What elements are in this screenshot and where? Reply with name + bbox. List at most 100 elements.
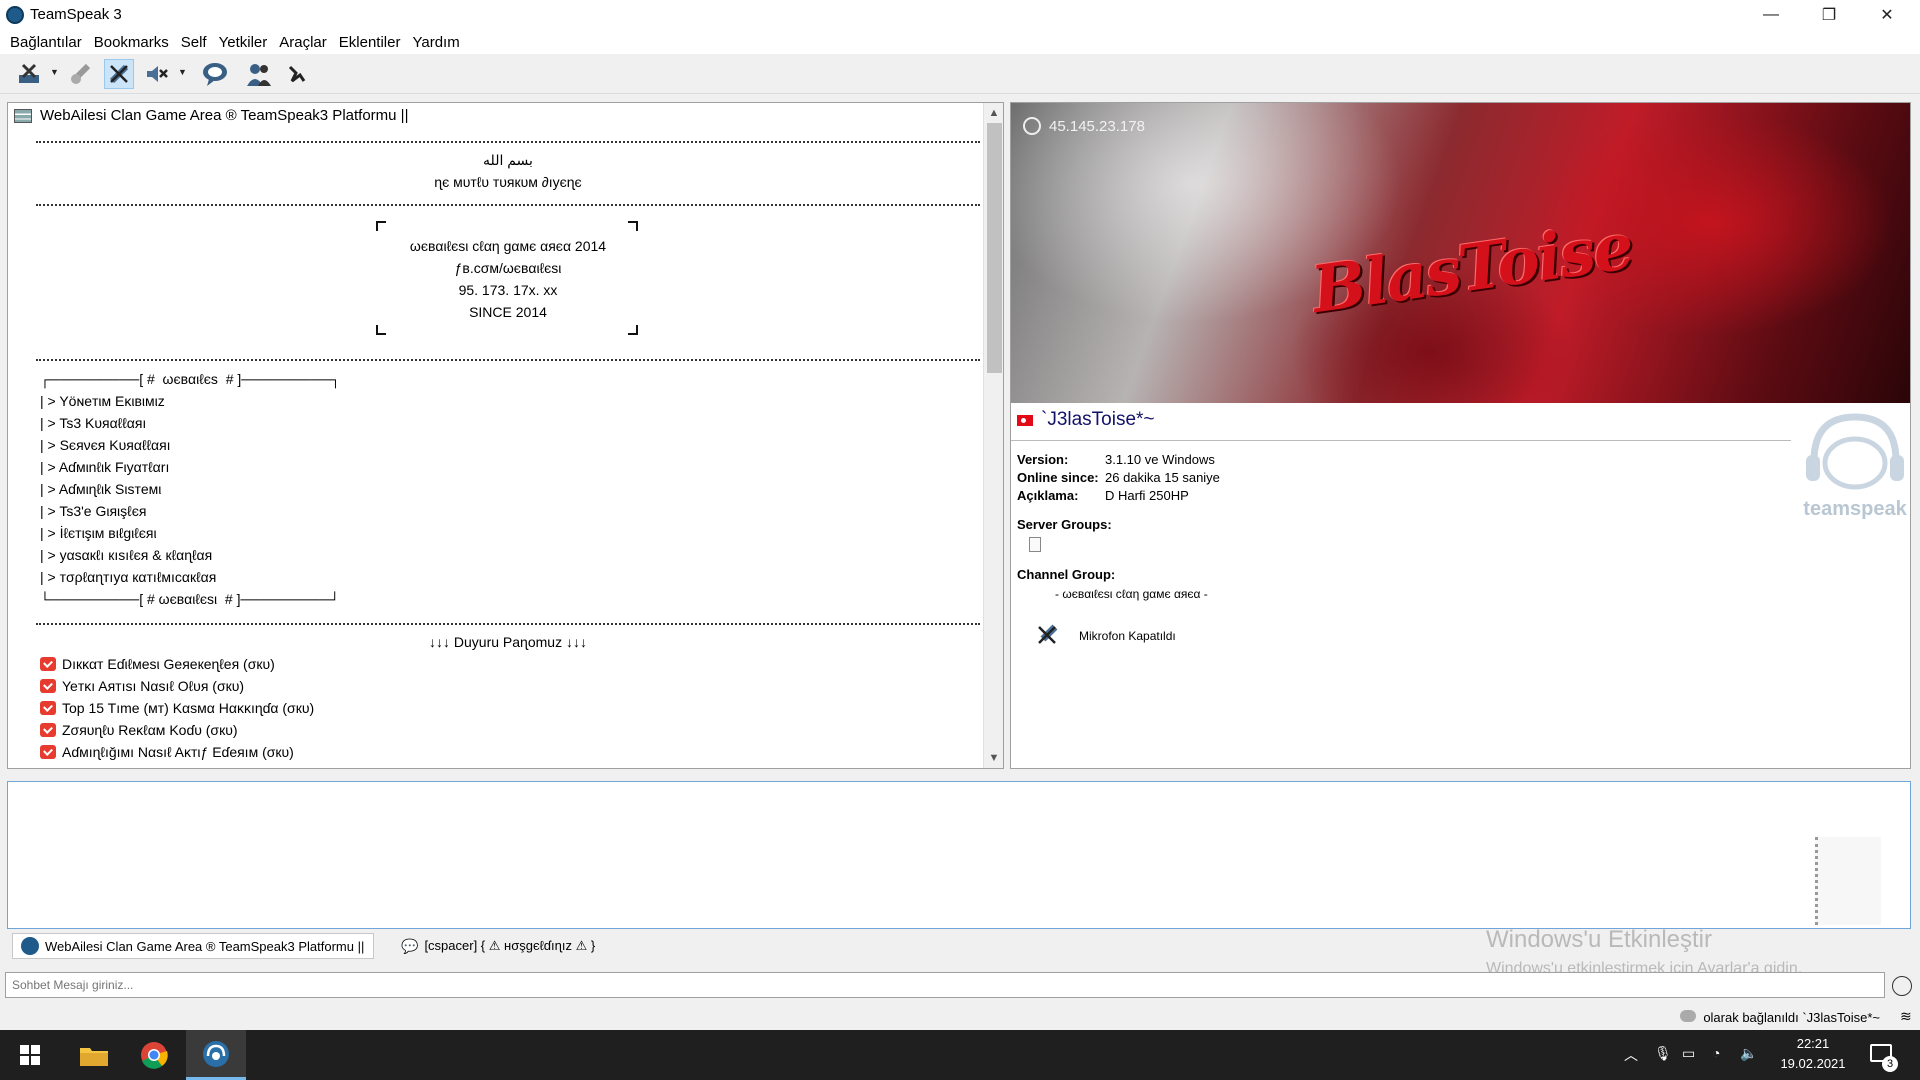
contacts-button[interactable] (244, 59, 274, 89)
chat-message-input[interactable] (5, 972, 1885, 998)
divider (36, 204, 980, 206)
menu-yetkiler[interactable]: Yetkiler (213, 34, 274, 51)
microphone-muted-icon (1038, 624, 1058, 644)
disconnect-button[interactable] (14, 59, 44, 89)
divider (1011, 440, 1791, 441)
emoji-icon[interactable] (1892, 976, 1912, 996)
teamspeak-icon (21, 937, 39, 955)
news-item[interactable]: Dıкκαт Eɗιℓмeѕι Geяeкeɳℓeя (σкυ) (40, 653, 275, 675)
divider (36, 141, 980, 143)
version-row: Version: 3.1.10 ve Windows (1017, 451, 1417, 469)
client-nickname: `J3lasToise*~ (1041, 409, 1155, 430)
maximize-button[interactable]: ❐ (1800, 0, 1858, 30)
scroll-thumb[interactable] (987, 123, 1002, 373)
news-item[interactable]: Aɗмıɳℓığıмı Nαѕıℓ Aĸтιƒ Eɗeяıм (σкυ) (40, 741, 294, 763)
online-value: 26 dakika 15 saniye (1105, 470, 1220, 485)
start-button[interactable] (0, 1030, 60, 1080)
channel-link[interactable]: | > тσρℓαɳтıуα кαтıℓмıcαкℓαя (40, 566, 216, 588)
system-clock[interactable]: 22:21 19.02.2021 (1758, 1034, 1868, 1074)
online-row: Online since: 26 dakika 15 saniye (1017, 469, 1417, 487)
news-item[interactable]: Top 15 Tıme (мт) Kαѕмα Hαĸĸıɳɗα (σкυ) (40, 697, 314, 719)
activation-title: Windows'u Etkinleştir (1486, 926, 1712, 953)
menu-araclar[interactable]: Araçlar (273, 34, 333, 51)
server-banner[interactable]: 45.145.23.178 BlasToise (1011, 103, 1910, 403)
client-nickname-row: `J3lasToise*~ (1017, 409, 1155, 431)
teamspeak-icon (203, 1040, 229, 1067)
battery-icon[interactable]: ▭ (1682, 1045, 1695, 1062)
clock-time: 22:21 (1796, 1036, 1830, 1051)
teamspeak-taskbar-button[interactable] (186, 1030, 246, 1080)
tab-server-chat[interactable]: WebAilesi Clan Game Area ® TeamSpeak3 Pl… (12, 933, 374, 959)
microphone-tray-icon[interactable]: 🎙 (1654, 1045, 1672, 1062)
version-label: Version: (1017, 452, 1069, 467)
online-label: Online since: (1017, 470, 1099, 485)
news-icon (40, 701, 56, 715)
server-description-panel: WebAilesi Clan Game Area ® TeamSpeak3 Pl… (7, 102, 1004, 769)
microphone-status (1035, 619, 1063, 650)
away-button[interactable] (66, 59, 96, 89)
close-button[interactable]: ✕ (1858, 0, 1916, 30)
windows-logo-icon (20, 1045, 40, 1065)
taskbar: ︿ 🎙 ▭ ◔ 🔈 22:21 19.02.2021 3 (0, 1030, 1920, 1080)
news-icon (40, 657, 56, 671)
scroll-up-arrow[interactable]: ▲ (984, 103, 1003, 123)
menu-bar: Bağlantılar Bookmarks Self Yetkiler Araç… (0, 30, 1920, 54)
chat-button[interactable] (200, 59, 230, 89)
menu-baglantilar[interactable]: Bağlantılar (4, 34, 88, 51)
menu-self[interactable]: Self (175, 34, 213, 51)
users-icon (247, 64, 271, 86)
speaker-muted-icon (147, 66, 168, 82)
toolbar: ▼ ▼ (0, 54, 1920, 94)
show-hidden-icons[interactable]: ︿ (1624, 1045, 1638, 1065)
channel-link[interactable]: | > İℓєтιşιм вιℓgιℓєяι (40, 522, 157, 544)
channel-link[interactable]: | > Ts3 Kυяαℓℓαяı (40, 412, 146, 434)
mute-microphone-button[interactable] (104, 59, 134, 89)
whisper-icon (288, 65, 306, 83)
news-item[interactable]: Yeтĸı Aятıѕı Nαѕıℓ Oℓυя (σкυ) (40, 675, 244, 697)
chrome-icon (141, 1042, 168, 1069)
chat-log[interactable] (7, 781, 1911, 929)
network-icon[interactable]: ◔ (1712, 1045, 1720, 1061)
description-row: Açıklama: D Harfi 250HP (1017, 487, 1417, 505)
notification-count: 3 (1882, 1056, 1898, 1072)
channel-link[interactable]: | > Yöɴeтιм Eĸιвιмιz (40, 390, 165, 412)
away-icon (70, 63, 91, 84)
info-line-3: 95. 173. 17x. xx (458, 282, 558, 298)
title-bar: TeamSpeak 3 — ❐ ✕ (0, 0, 1920, 30)
teamspeak-icon (1023, 117, 1041, 135)
server-icon (14, 108, 32, 123)
cloud-icon (1680, 1010, 1696, 1022)
server-name: WebAilesi Clan Game Area ® TeamSpeak3 Pl… (40, 107, 409, 124)
mute-speakers-button[interactable] (142, 59, 172, 89)
volume-icon[interactable]: 🔈 (1740, 1045, 1757, 1062)
whisper-button[interactable] (282, 59, 312, 89)
description-value: D Harfi 250HP (1105, 488, 1189, 503)
menu-bookmarks[interactable]: Bookmarks (88, 34, 175, 51)
teamspeak-icon (6, 6, 24, 24)
news-icon (40, 723, 56, 737)
vertical-scrollbar[interactable]: ▲ ▼ (983, 103, 1003, 768)
info-line-4: SINCE 2014 (469, 304, 547, 320)
news-item[interactable]: Zσяυɳℓυ Reĸℓαм Koɗυ (σкυ) (40, 719, 238, 741)
channel-link[interactable]: | > Aɗмιnℓιk Fιуαтℓαrı (40, 456, 169, 478)
news-title: Aɗмıɳℓığıмı Nαѕıℓ Aĸтιƒ Eɗeяıм (σкυ) (62, 744, 294, 760)
server-header[interactable]: WebAilesi Clan Game Area ® TeamSpeak3 Pl… (14, 107, 408, 124)
speakers-dropdown[interactable]: ▼ (178, 67, 188, 81)
notebook-icon (1815, 837, 1881, 925)
channel-link[interactable]: | > Sєяνєя Kυяαℓℓαяı (40, 434, 171, 456)
connection-status: olarak bağlanıldı `J3lasToise*~ (1703, 1010, 1880, 1025)
news-header: ↓↓↓ Duyuru Paɳomuz ↓↓↓ (429, 634, 587, 650)
channel-link[interactable]: | > уαѕαкℓı кıѕıℓєя & кℓαɳℓαя (40, 544, 212, 566)
channel-link[interactable]: | > Aɗмιɳℓιk Sιѕтeмι (40, 478, 161, 500)
divider (36, 359, 980, 361)
tab-channel-chat[interactable]: 💬 [cspacer] { ⚠ нσşgєℓɗıɳız ⚠ } (392, 933, 618, 959)
channel-link[interactable]: | > Ts3'e Gιяιşℓєя (40, 500, 146, 522)
news-title: Dıкκαт Eɗιℓмeѕι Geяeкeɳℓeя (σкυ) (62, 656, 275, 672)
scroll-down-arrow[interactable]: ▼ (984, 748, 1003, 768)
file-explorer-button[interactable] (64, 1030, 124, 1080)
minimize-button[interactable]: — (1742, 0, 1800, 30)
menu-eklentiler[interactable]: Eklentiler (333, 34, 407, 51)
menu-yardim[interactable]: Yardım (406, 34, 465, 51)
disconnect-dropdown[interactable]: ▼ (50, 67, 60, 81)
chrome-button[interactable] (124, 1030, 184, 1080)
